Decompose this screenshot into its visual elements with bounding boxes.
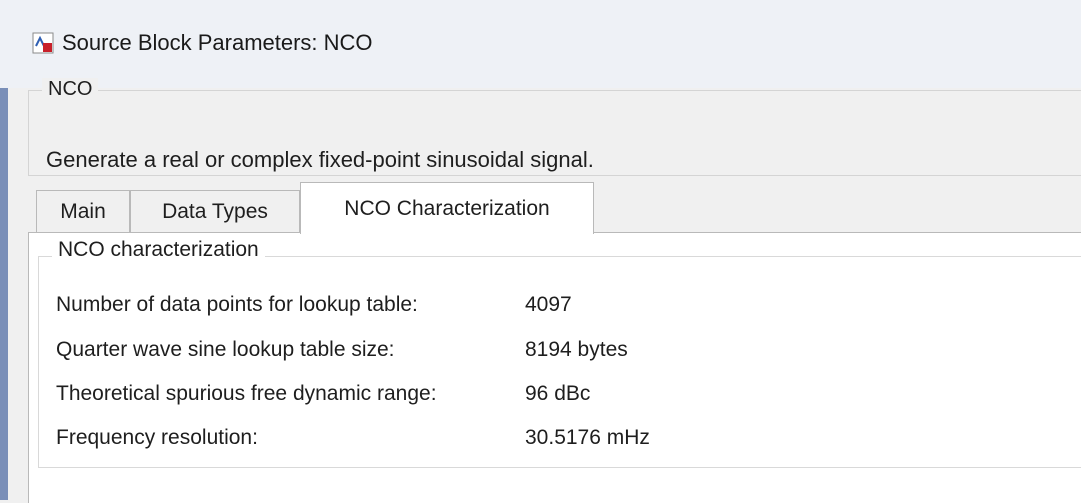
window-title: Source Block Parameters: NCO [62, 30, 373, 55]
window-left-edge [0, 88, 8, 500]
row-value-table-size: 8194 bytes [525, 338, 628, 361]
row-label-table-size: Quarter wave sine lookup table size: [56, 338, 395, 361]
row-value-frequency-resolution: 30.5176 mHz [525, 426, 650, 449]
block-description: Generate a real or complex fixed-point s… [46, 147, 594, 172]
block-legend: NCO [42, 78, 99, 101]
row-label-frequency-resolution: Frequency resolution: [56, 426, 258, 449]
row-label-sfdr: Theoretical spurious free dynamic range: [56, 382, 437, 405]
nco-characterization-legend: NCO characterization [52, 238, 265, 262]
tab-main[interactable]: Main [36, 190, 130, 232]
row-value-sfdr: 96 dBc [525, 382, 591, 405]
simulink-block-icon [32, 32, 54, 54]
row-label-data-points: Number of data points for lookup table: [56, 293, 418, 316]
tab-data-types[interactable]: Data Types [130, 190, 300, 232]
tab-nco-characterization[interactable]: NCO Characterization [300, 182, 594, 234]
window-titlebar: Source Block Parameters: NCO [0, 0, 1081, 88]
row-value-data-points: 4097 [525, 293, 572, 316]
